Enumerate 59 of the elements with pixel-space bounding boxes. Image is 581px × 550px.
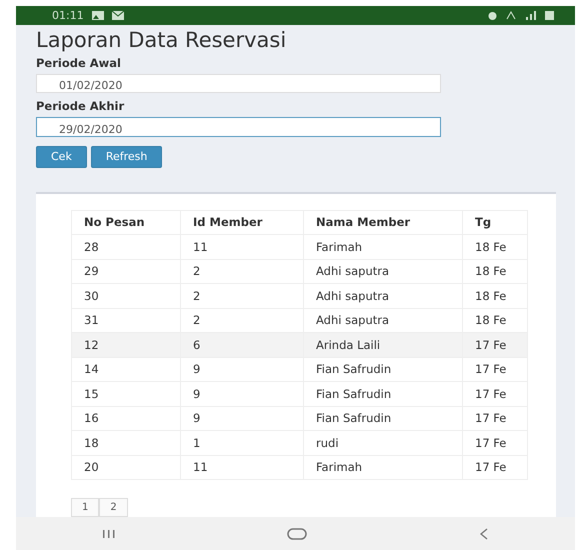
alarm-icon bbox=[487, 11, 498, 20]
table-cell: Farimah bbox=[304, 234, 462, 259]
page-title: Laporan Data Reservasi bbox=[36, 27, 288, 53]
column-header: No Pesan bbox=[72, 210, 180, 234]
table-cell: 17 Fe bbox=[462, 357, 528, 382]
back-icon[interactable] bbox=[479, 528, 490, 540]
table-cell: 18 Fe bbox=[462, 284, 528, 308]
table-cell: 17 Fe bbox=[462, 430, 528, 455]
image-icon bbox=[92, 11, 104, 20]
table-cell: 20 bbox=[72, 455, 180, 480]
table-cell: 1 bbox=[180, 430, 304, 455]
table-cell: 12 bbox=[72, 332, 180, 357]
table-cell: 11 bbox=[180, 455, 304, 480]
table-cell: 9 bbox=[180, 406, 304, 430]
table-cell: 17 Fe bbox=[462, 455, 528, 480]
table-cell: 18 bbox=[72, 430, 180, 455]
column-header: Id Member bbox=[180, 210, 304, 234]
table-cell: 11 bbox=[180, 234, 304, 259]
field-label: Periode Akhir bbox=[36, 99, 126, 114]
table-cell: 17 Fe bbox=[462, 406, 528, 430]
table-cell: 15 bbox=[72, 382, 180, 406]
column-header: Tg bbox=[462, 210, 528, 234]
action-button[interactable]: Cek bbox=[36, 146, 87, 168]
mail-icon bbox=[112, 11, 124, 20]
table-cell: 29 bbox=[72, 259, 180, 284]
table-cell: rudi bbox=[304, 430, 462, 455]
table-cell: Arinda Laili bbox=[304, 332, 462, 357]
table-cell: 28 bbox=[72, 234, 180, 259]
clock-time: 01:11 bbox=[52, 9, 84, 22]
network-icon bbox=[506, 11, 517, 20]
table-cell: 17 Fe bbox=[462, 332, 528, 357]
date-field[interactable]: 29/02/2020 bbox=[36, 117, 441, 136]
table-cell: Fian Safrudin bbox=[304, 382, 462, 406]
signal-icon bbox=[525, 11, 536, 20]
home-icon[interactable] bbox=[287, 528, 308, 540]
table-cell: 18 Fe bbox=[462, 259, 528, 284]
table-cell: Adhi saputra bbox=[304, 284, 462, 308]
page-link[interactable]: 2 bbox=[99, 498, 128, 517]
table-cell: 2 bbox=[180, 284, 304, 308]
table-cell: 16 bbox=[72, 406, 180, 430]
action-button[interactable]: Refresh bbox=[90, 146, 162, 168]
table-cell: Farimah bbox=[304, 455, 462, 480]
column-header: Nama Member bbox=[304, 210, 462, 234]
table-cell: 17 Fe bbox=[462, 382, 528, 406]
table-cell: 14 bbox=[72, 357, 180, 382]
table-cell: Adhi saputra bbox=[304, 259, 462, 284]
table-cell: 9 bbox=[180, 382, 304, 406]
recent-apps-icon[interactable] bbox=[102, 528, 116, 538]
battery-icon bbox=[544, 11, 555, 20]
field-label: Periode Awal bbox=[36, 56, 122, 70]
table-cell: Fian Safrudin bbox=[304, 357, 462, 382]
page-link[interactable]: 1 bbox=[71, 498, 100, 517]
date-field[interactable]: 01/02/2020 bbox=[36, 74, 441, 94]
table-cell: 6 bbox=[180, 332, 304, 357]
table-cell: 18 Fe bbox=[462, 234, 528, 259]
table-cell: 30 bbox=[72, 284, 180, 308]
table-cell: Fian Safrudin bbox=[304, 406, 462, 430]
table-cell: 9 bbox=[180, 357, 304, 382]
table-cell: 2 bbox=[180, 259, 304, 284]
